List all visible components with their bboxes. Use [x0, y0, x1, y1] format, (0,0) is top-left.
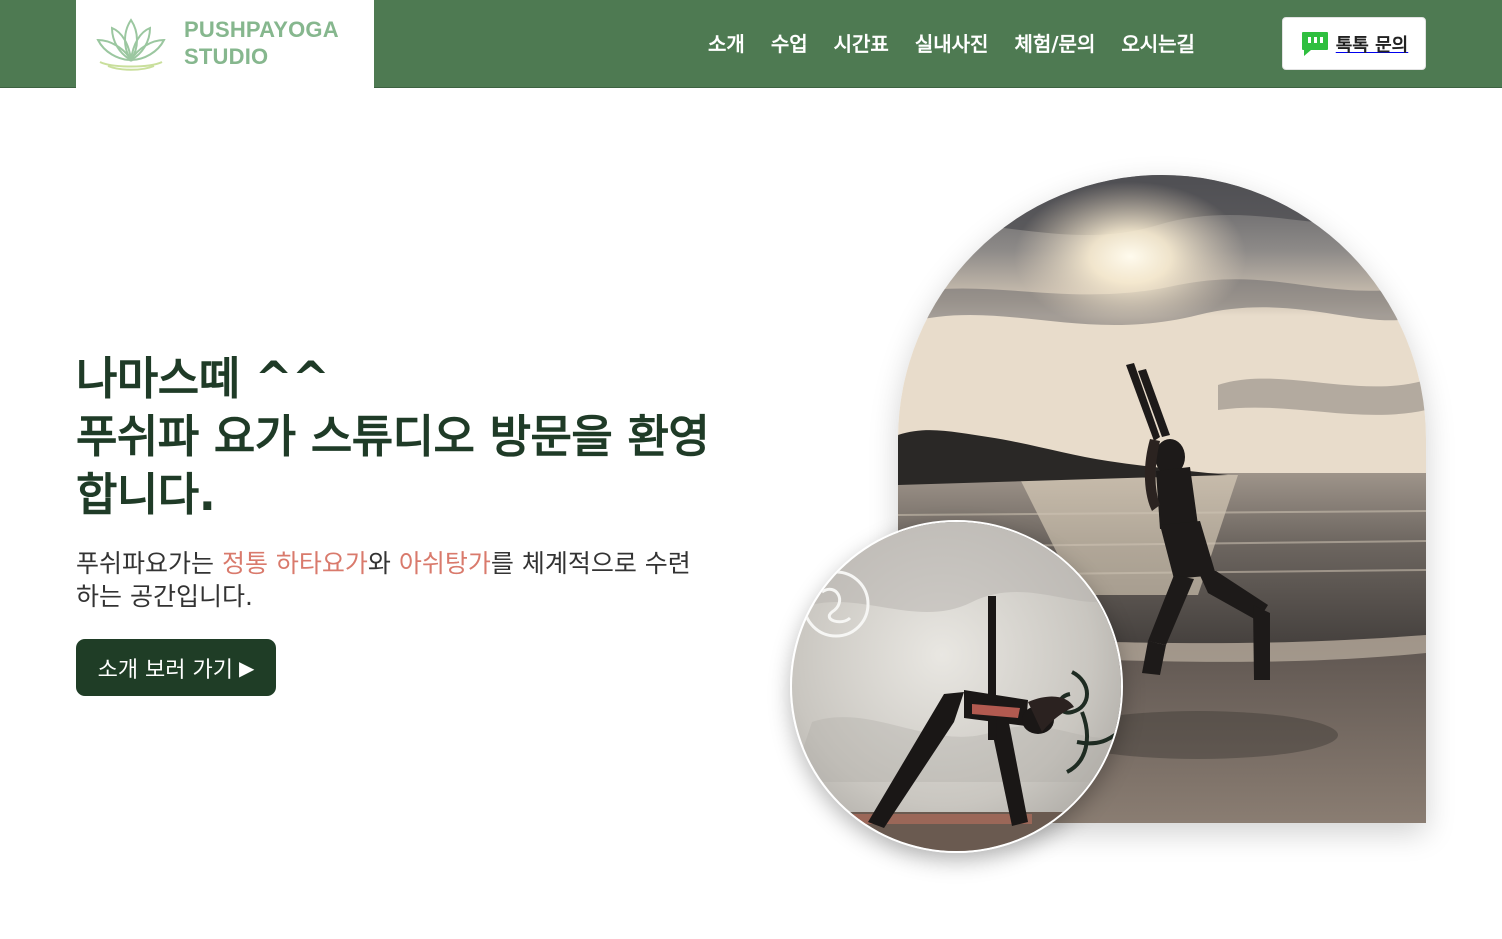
hero-description: 푸쉬파요가는 정통 하타요가와 아쉬탕가를 체계적으로 수련하는 공간입니다.	[76, 547, 776, 613]
brand-name: PUSHPAYOGA STUDIO	[184, 16, 339, 70]
hero-title-line3: 합니다.	[76, 468, 216, 521]
nav-item-trial-inquiry[interactable]: 체험/문의	[1014, 30, 1095, 58]
hero-title-line2: 푸쉬파 요가 스튜디오 방문을 환영	[76, 410, 710, 463]
view-about-button[interactable]: 소개 보러 가기 ▶	[76, 639, 276, 696]
brand-name-line2: STUDIO	[184, 44, 269, 69]
nav-item-classes[interactable]: 수업	[771, 30, 808, 58]
nav-item-directions[interactable]: 오시는길	[1121, 30, 1195, 58]
chat-bubble-icon	[1301, 31, 1328, 56]
hero-desc-highlight-ashtanga: 아쉬탕가	[398, 549, 491, 578]
talk-inquiry-label: 톡톡 문의	[1335, 34, 1409, 56]
view-about-label: 소개 보러 가기	[97, 657, 234, 683]
main-nav: 소개 수업 시간표 실내사진 체험/문의 오시는길	[708, 30, 1221, 58]
nav-item-interior-photos[interactable]: 실내사진	[915, 30, 989, 58]
lotus-icon	[96, 18, 166, 71]
talk-inquiry-button[interactable]: 톡톡 문의	[1282, 17, 1426, 70]
brand-name-line1: PUSHPAYOGA	[184, 17, 339, 42]
hero-desc-highlight-hatha: 정통 하타요가	[221, 549, 368, 578]
studio-yoga-image	[792, 522, 1121, 851]
play-triangle-icon: ▶	[239, 655, 255, 680]
hero-desc-text2: 와	[367, 549, 399, 578]
nav-item-about[interactable]: 소개	[708, 30, 745, 58]
studio-yoga-photo	[790, 520, 1123, 853]
hero-desc-text4: 하는 공간입니다.	[76, 582, 253, 611]
nav-item-timetable[interactable]: 시간표	[834, 30, 889, 58]
hero-title: 나마스떼 ^^ 푸쉬파 요가 스튜디오 방문을 환영 합니다.	[76, 350, 796, 524]
brand-logo-link[interactable]: PUSHPAYOGA STUDIO	[76, 0, 374, 88]
hero-desc-text1: 푸쉬파요가는	[76, 549, 222, 578]
hero-title-line1: 나마스떼 ^^	[76, 352, 330, 405]
hero-desc-text3: 를 체계적으로 수련	[490, 549, 691, 578]
top-navigation-bar: PUSHPAYOGA STUDIO 소개 수업 시간표 실내사진 체험/문의 오…	[0, 0, 1502, 88]
